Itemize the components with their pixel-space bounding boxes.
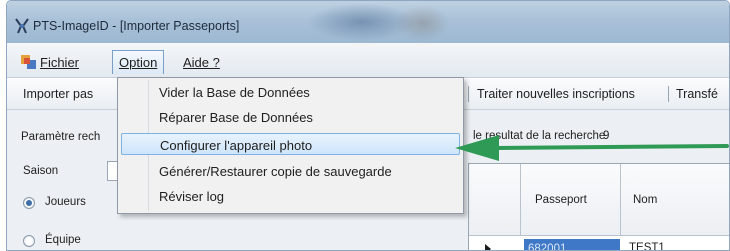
grid-header: Passeport Nom xyxy=(469,164,729,236)
tab-transferer[interactable]: Transfé xyxy=(676,87,718,101)
menu-item-configurer-appareil-photo[interactable]: Configurer l'appareil photo xyxy=(121,133,460,155)
title-bar: PTS-ImageID - [Importer Passeports] xyxy=(7,1,729,43)
app-window: PTS-ImageID - [Importer Passeports] Fich… xyxy=(6,0,730,251)
menu-item-vider-base[interactable]: Vider la Base de Données xyxy=(121,81,460,103)
row-pointer-icon xyxy=(485,244,491,250)
window-menu-icon[interactable] xyxy=(21,55,37,69)
radio-players[interactable] xyxy=(23,197,35,209)
radio-team[interactable] xyxy=(23,235,35,247)
window-title: PTS-ImageID - [Importer Passeports] xyxy=(33,19,240,33)
menu-fichier[interactable]: Fichier xyxy=(40,55,79,70)
menu-bar: Fichier Option Aide ? xyxy=(7,43,729,78)
season-label: Saison xyxy=(23,165,59,177)
results-grid[interactable]: Passeport Nom 682001 TEST1 xyxy=(468,163,729,250)
option-menu: Vider la Base de Données Réparer Base de… xyxy=(117,77,464,214)
menu-option[interactable]: Option xyxy=(112,50,165,74)
menu-item-generer-restaurer-sauvegarde[interactable]: Générer/Restaurer copie de sauvegarde xyxy=(121,160,460,182)
toolbar-divider xyxy=(468,86,469,102)
toolbar-divider xyxy=(668,86,669,102)
menu-aide[interactable]: Aide ? xyxy=(183,55,220,70)
column-header-passeport[interactable]: Passeport xyxy=(535,194,587,206)
app-logo-icon xyxy=(15,18,29,34)
tab-importer-passeports[interactable]: Importer pas xyxy=(23,87,93,101)
radio-team-label: Équipe xyxy=(45,234,81,246)
params-label: Paramètre rech xyxy=(21,131,101,143)
table-cell-nom[interactable]: TEST1 xyxy=(629,242,665,250)
menu-item-reviser-log[interactable]: Réviser log xyxy=(121,185,460,207)
table-cell-passeport[interactable]: 682001 xyxy=(524,239,620,250)
tab-traiter-inscriptions[interactable]: Traiter nouvelles inscriptions xyxy=(477,87,635,101)
radio-players-label: Joueurs xyxy=(45,196,86,208)
column-header-nom[interactable]: Nom xyxy=(633,194,657,206)
green-arrow-icon xyxy=(455,135,729,161)
menu-item-reparer-base[interactable]: Réparer Base de Données xyxy=(121,106,460,128)
